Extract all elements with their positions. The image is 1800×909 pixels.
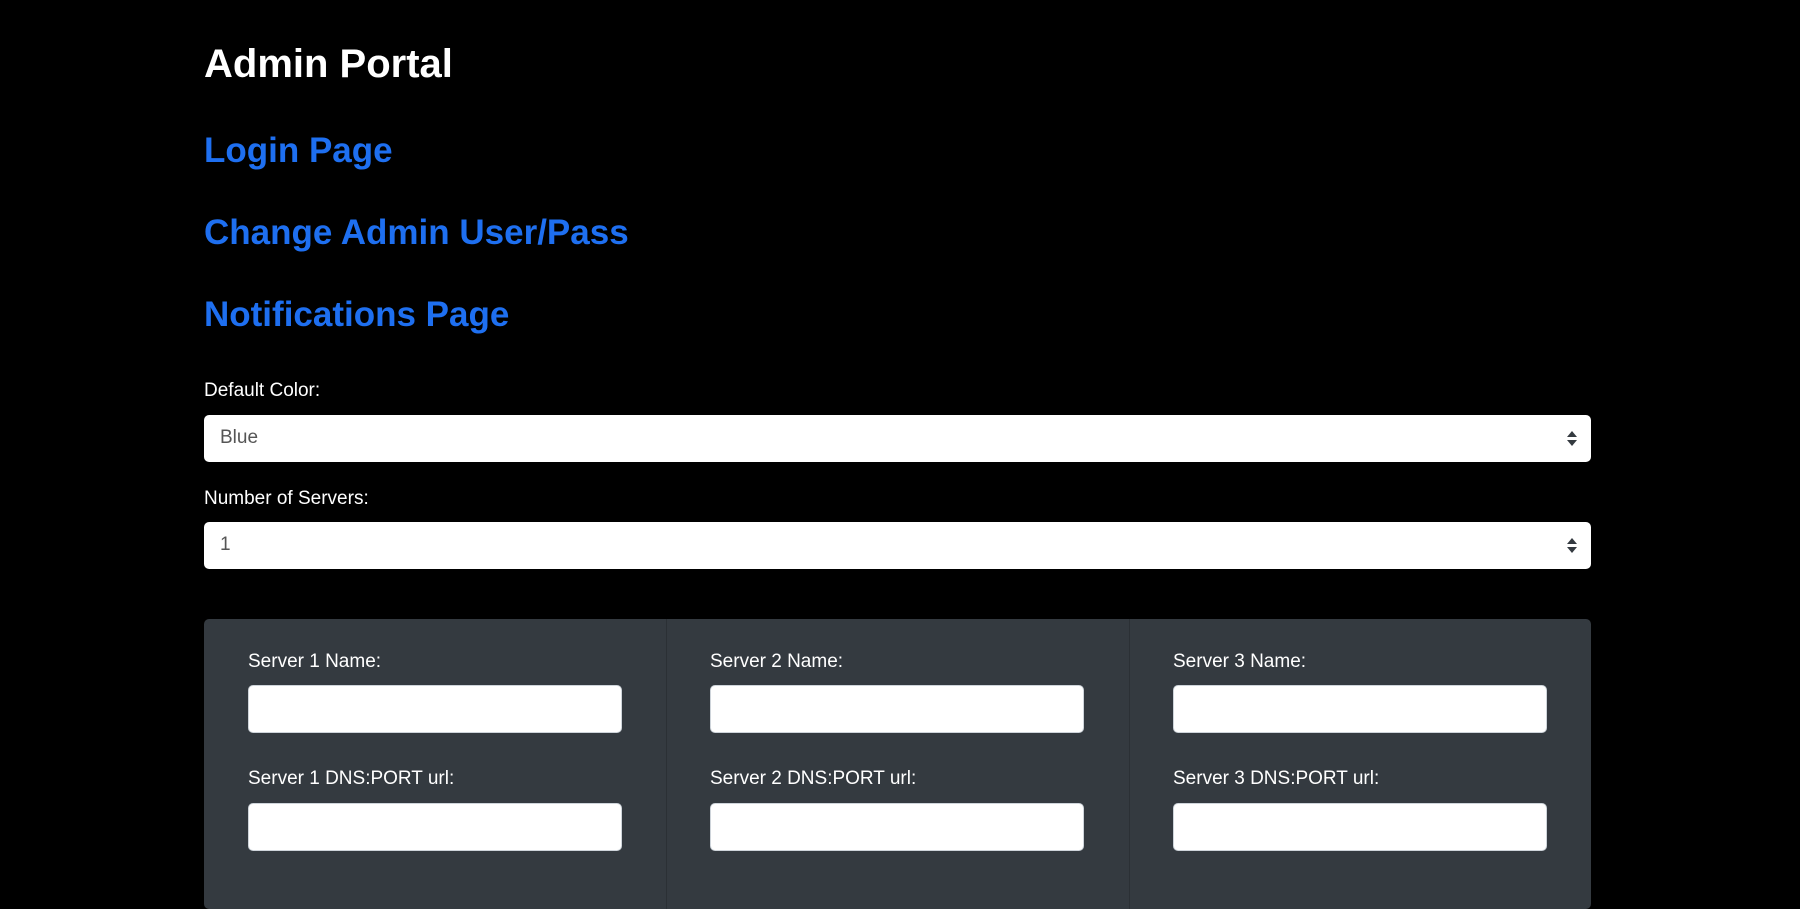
- login-page-link[interactable]: Login Page: [204, 129, 393, 173]
- server-1-column: Server 1 Name: Server 1 DNS:PORT url:: [204, 619, 666, 909]
- server-2-column: Server 2 Name: Server 2 DNS:PORT url:: [666, 619, 1128, 909]
- num-servers-select[interactable]: 1: [204, 522, 1591, 569]
- select-arrows-icon: [1567, 538, 1577, 553]
- select-arrows-icon: [1567, 431, 1577, 446]
- server-2-name-input[interactable]: [710, 685, 1084, 733]
- num-servers-label: Number of Servers:: [204, 488, 369, 509]
- server-1-dns-label: Server 1 DNS:PORT url:: [248, 768, 455, 789]
- server-3-name-input[interactable]: [1173, 685, 1547, 733]
- server-3-dns-label: Server 3 DNS:PORT url:: [1173, 768, 1380, 789]
- notifications-page-link[interactable]: Notifications Page: [204, 293, 509, 337]
- servers-panel: Server 1 Name: Server 1 DNS:PORT url: Se…: [204, 619, 1591, 909]
- page-title: Admin Portal: [204, 42, 453, 86]
- server-2-dns-label: Server 2 DNS:PORT url:: [710, 768, 917, 789]
- default-color-label: Default Color:: [204, 380, 321, 401]
- default-color-selected-value: Blue: [220, 427, 259, 448]
- server-1-name-label: Server 1 Name:: [248, 651, 382, 672]
- server-2-dns-input[interactable]: [710, 803, 1084, 851]
- server-1-dns-input[interactable]: [248, 803, 622, 851]
- num-servers-selected-value: 1: [220, 534, 231, 555]
- change-admin-link[interactable]: Change Admin User/Pass: [204, 211, 629, 255]
- server-3-column: Server 3 Name: Server 3 DNS:PORT url:: [1129, 619, 1591, 909]
- default-color-select[interactable]: Blue: [204, 415, 1591, 462]
- server-3-dns-input[interactable]: [1173, 803, 1547, 851]
- server-1-name-input[interactable]: [248, 685, 622, 733]
- server-2-name-label: Server 2 Name:: [710, 651, 844, 672]
- server-3-name-label: Server 3 Name:: [1173, 651, 1307, 672]
